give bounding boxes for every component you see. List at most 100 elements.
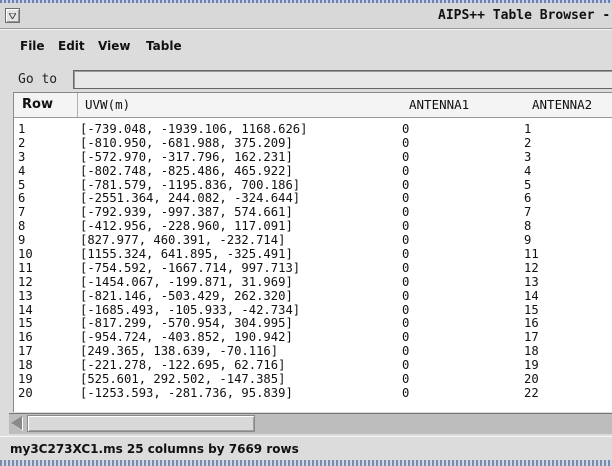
row-number-cell: 7 <box>18 205 26 220</box>
table-row[interactable]: 13 [-821.146, -503.429, 262.320] 0 14 <box>14 288 612 304</box>
antenna2-cell: 15 <box>524 302 539 317</box>
left-arrow-icon[interactable] <box>11 416 22 430</box>
row-number-cell: 16 <box>18 330 33 345</box>
row-number-cell: 3 <box>18 149 26 164</box>
antenna1-cell: 0 <box>402 330 410 345</box>
goto-bar: Go to <box>9 70 612 91</box>
uvw-cell: [-792.939, -997.387, 574.661] <box>80 205 293 220</box>
row-number-cell: 8 <box>18 219 26 234</box>
menu-file[interactable]: File <box>20 39 45 53</box>
menu-view[interactable]: View <box>98 39 130 53</box>
antenna1-cell: 0 <box>402 302 410 317</box>
table-row[interactable]: 10 [1155.324, 641.895, -325.491] 0 11 <box>14 247 612 262</box>
table-row[interactable]: 19 [525.601, 292.502, -147.385] 0 20 <box>14 372 612 387</box>
table-row[interactable]: 9 [827.977, 460.391, -232.714] 0 9 <box>14 233 612 248</box>
antenna2-cell: 7 <box>524 205 532 220</box>
table-row[interactable]: 6 [-2551.364, 244.082, -324.644] 0 6 <box>14 192 612 206</box>
table-row[interactable]: 16 [-954.724, -403.852, 190.942] 0 17 <box>14 330 612 345</box>
table-row[interactable]: 14 [-1685.493, -105.933, -42.734] 0 15 <box>14 302 612 318</box>
antenna2-cell: 2 <box>524 135 532 150</box>
table-row[interactable]: 17 [249.365, 138.639, -70.116] 0 18 <box>14 344 612 359</box>
row-number-cell: 13 <box>18 288 33 303</box>
uvw-cell: [1155.324, 641.895, -325.491] <box>80 247 293 262</box>
table-row[interactable]: 5 [-781.579, -1195.836, 700.186] 0 5 <box>14 177 612 193</box>
table-body: 1 [-739.048, -1939.106, 1168.626] 0 1 2 [-810… <box>14 122 612 401</box>
uvw-cell: [-754.592, -1667.714, 997.713] <box>80 260 301 275</box>
table-header: Row UVW(m) ANTENNA1 ANTENNA2 <box>14 93 612 118</box>
antenna2-cell: 8 <box>524 219 532 234</box>
uvw-cell: [-781.579, -1195.836, 700.186] <box>80 177 301 192</box>
uvw-cell: [-821.146, -503.429, 262.320] <box>80 288 293 303</box>
antenna2-cell: 1 <box>524 122 532 136</box>
antenna1-cell: 0 <box>402 191 410 206</box>
uvw-cell: [-572.970, -317.796, 162.231] <box>80 149 293 164</box>
antenna2-cell: 19 <box>524 358 539 373</box>
antenna2-cell: 11 <box>524 247 539 262</box>
antenna1-cell: 0 <box>402 344 410 359</box>
antenna2-cell: 17 <box>524 330 539 345</box>
uvw-cell: [-412.956, -228.960, 117.091] <box>80 219 293 234</box>
antenna1-cell: 0 <box>402 288 410 303</box>
status-bar: my3C273XC1.ms 25 columns by 7669 rows <box>0 436 612 461</box>
table-row[interactable]: 15 [-817.299, -570.954, 304.995] 0 16 <box>14 317 612 331</box>
column-header-row[interactable]: Row <box>22 97 53 112</box>
table-row[interactable]: 3 [-572.970, -317.796, 162.231] 0 3 <box>14 149 612 165</box>
status-text: my3C273XC1.ms 25 columns by 7669 rows <box>10 442 299 456</box>
uvw-cell: [-817.299, -570.954, 304.995] <box>80 316 293 331</box>
antenna1-cell: 0 <box>402 205 410 220</box>
menu-edit[interactable]: Edit <box>58 39 85 53</box>
antenna1-cell: 0 <box>402 122 410 136</box>
column-header-antenna1[interactable]: ANTENNA1 <box>409 97 469 112</box>
antenna2-cell: 13 <box>524 274 539 289</box>
row-number-cell: 19 <box>18 372 33 387</box>
antenna2-cell: 3 <box>524 149 532 164</box>
antenna2-cell: 14 <box>524 288 539 303</box>
title-bar[interactable]: AIPS++ Table Browser -- <box>0 3 612 29</box>
table-row[interactable]: 20 [-1253.593, -281.736, 95.839] 0 22 <box>14 385 612 401</box>
column-divider[interactable] <box>77 93 78 117</box>
table-row[interactable]: 8 [-412.956, -228.960, 117.091] 0 8 <box>14 219 612 234</box>
row-number-cell: 14 <box>18 302 33 317</box>
table-row[interactable]: 2 [-810.950, -681.988, 375.209] 0 2 <box>14 135 612 151</box>
antenna2-cell: 20 <box>524 372 539 387</box>
goto-input[interactable] <box>73 70 612 89</box>
row-number-cell: 20 <box>18 385 33 400</box>
antenna1-cell: 0 <box>402 177 410 192</box>
antenna2-cell: 16 <box>524 316 539 331</box>
table-view[interactable]: Row UVW(m) ANTENNA1 ANTENNA2 1 [-739.048,… <box>13 92 612 412</box>
row-number-cell: 6 <box>18 191 26 206</box>
row-number-cell: 1 <box>18 122 26 136</box>
uvw-cell: [-802.748, -825.486, 465.922] <box>80 163 293 178</box>
antenna1-cell: 0 <box>402 135 410 150</box>
antenna2-cell: 9 <box>524 233 532 248</box>
antenna1-cell: 0 <box>402 385 410 400</box>
row-number-cell: 12 <box>18 274 33 289</box>
row-number-cell: 18 <box>18 358 33 373</box>
table-row[interactable]: 18 [-221.278, -122.695, 62.716] 0 19 <box>14 358 612 373</box>
table-row[interactable]: 7 [-792.939, -997.387, 574.661] 0 7 <box>14 205 612 220</box>
column-header-uvw[interactable]: UVW(m) <box>85 97 130 112</box>
table-row[interactable]: 11 [-754.592, -1667.714, 997.713] 0 12 <box>14 260 612 276</box>
uvw-cell: [-221.278, -122.695, 62.716] <box>80 358 286 373</box>
window-menu-button[interactable] <box>5 8 20 23</box>
uvw-cell: [-1454.067, -199.871, 31.969] <box>80 274 293 289</box>
column-header-antenna2[interactable]: ANTENNA2 <box>532 97 592 112</box>
antenna1-cell: 0 <box>402 274 410 289</box>
antenna2-cell: 18 <box>524 344 539 359</box>
antenna2-cell: 5 <box>524 177 532 192</box>
antenna1-cell: 0 <box>402 163 410 178</box>
uvw-cell: [827.977, 460.391, -232.714] <box>80 233 286 248</box>
goto-label: Go to <box>18 72 58 87</box>
uvw-cell: [-1253.593, -281.736, 95.839] <box>80 385 293 400</box>
table-row[interactable]: 12 [-1454.067, -199.871, 31.969] 0 13 <box>14 274 612 290</box>
antenna1-cell: 0 <box>402 372 410 387</box>
horizontal-scrollbar[interactable] <box>9 413 612 434</box>
row-number-cell: 4 <box>18 163 26 178</box>
uvw-cell: [-1685.493, -105.933, -42.734] <box>80 302 301 317</box>
table-row[interactable]: 4 [-802.748, -825.486, 465.922] 0 4 <box>14 163 612 179</box>
scrollbar-thumb[interactable] <box>27 415 255 432</box>
menu-table[interactable]: Table <box>146 39 182 53</box>
row-number-cell: 15 <box>18 316 33 331</box>
table-row[interactable]: 1 [-739.048, -1939.106, 1168.626] 0 1 <box>14 122 612 137</box>
row-number-cell: 2 <box>18 135 26 150</box>
